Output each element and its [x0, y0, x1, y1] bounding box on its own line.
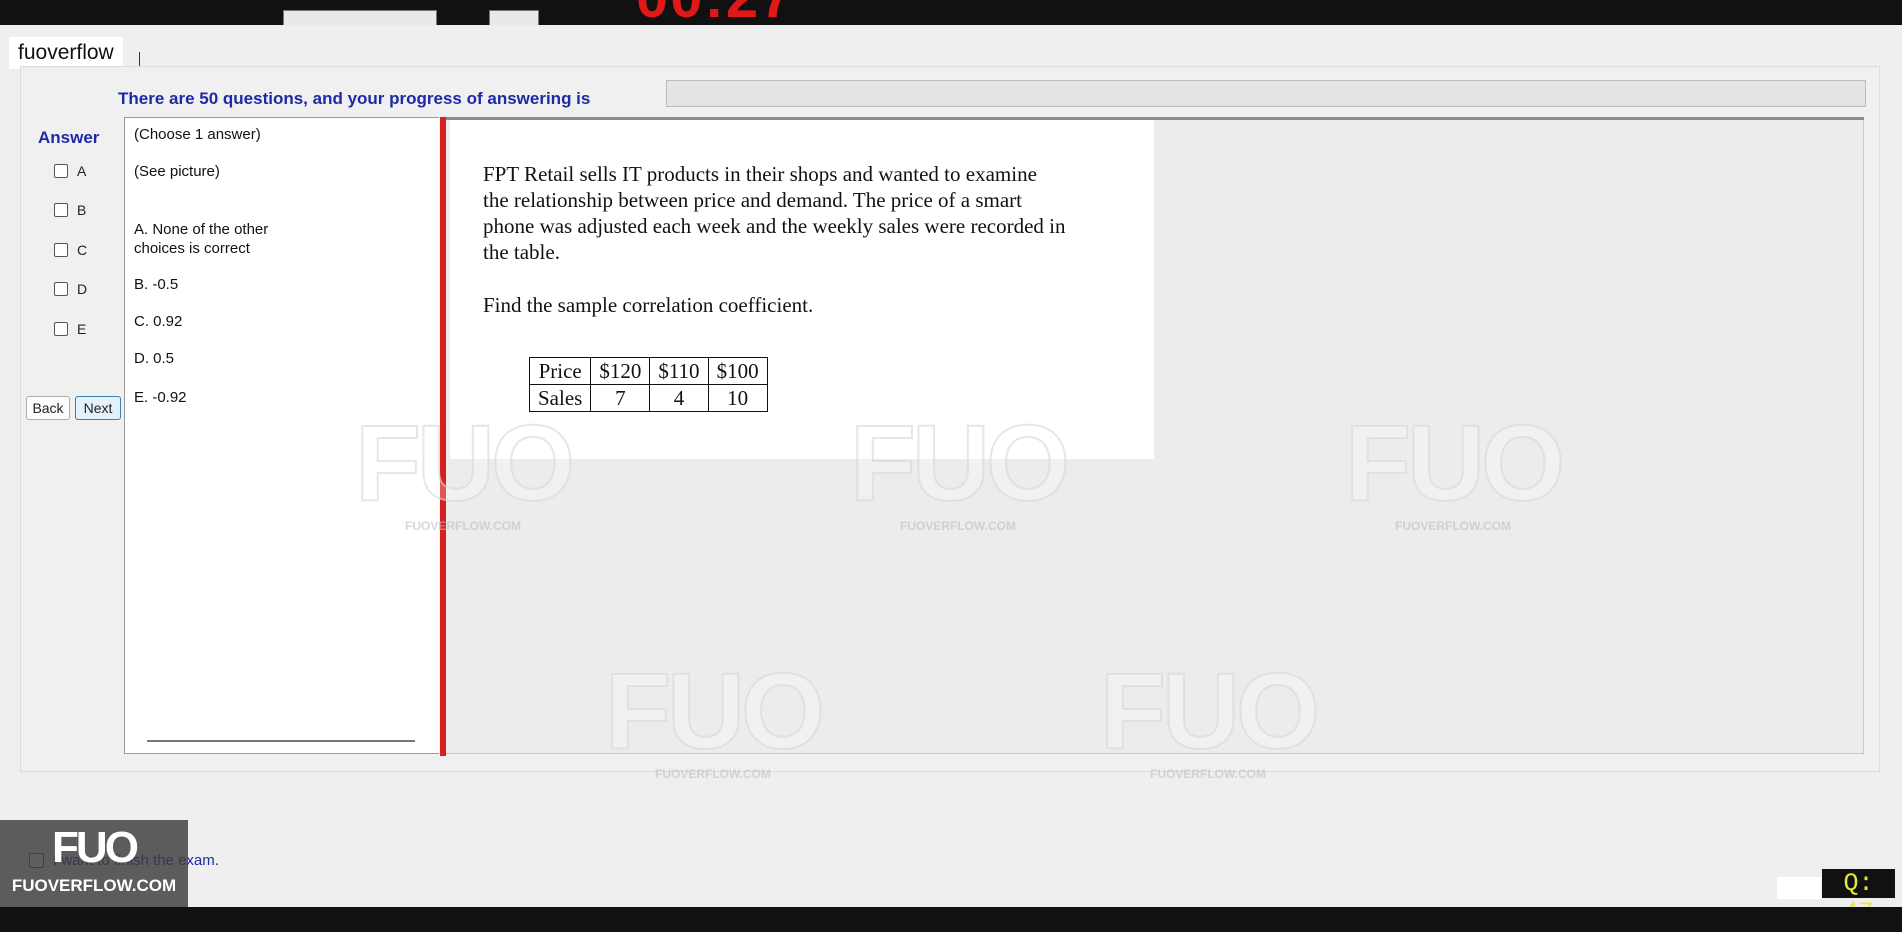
choice-a-line2: choices is correct	[134, 240, 250, 257]
checkbox-a[interactable]	[54, 164, 68, 178]
question-line-4: the table.	[483, 240, 560, 264]
next-button[interactable]: Next	[75, 396, 121, 420]
choice-a-line1: A. None of the other	[134, 221, 269, 238]
logo-site: FUOVERFLOW.COM	[11, 876, 177, 895]
table-cell: 4	[649, 384, 709, 412]
status-chip	[1777, 877, 1821, 899]
checkbox-d[interactable]	[54, 282, 68, 296]
option-letter-a: A	[77, 163, 87, 179]
question-line-1: FPT Retail sells IT products in their sh…	[483, 162, 1037, 186]
countdown-timer: 00:27	[636, 0, 794, 25]
option-letter-d: D	[77, 281, 88, 297]
question-line-3: phone was adjusted each week and the wee…	[483, 214, 1066, 238]
table-cell: $110	[649, 357, 709, 385]
logo-mark: FUO	[52, 823, 139, 872]
table-cell: $120	[590, 357, 651, 385]
choices-pane	[124, 117, 439, 754]
table-cell: Price	[528, 357, 592, 385]
progress-bar	[666, 80, 1866, 107]
table-cell: $100	[707, 357, 768, 385]
horizontal-scrollbar[interactable]	[147, 740, 415, 742]
choice-c: C. 0.92	[134, 313, 183, 330]
checkbox-c[interactable]	[54, 243, 68, 257]
fuoverflow-logo: FUO FUOVERFLOW.COM	[0, 820, 188, 907]
question-line-2: the relationship between price and deman…	[483, 188, 1022, 212]
top-combo-box[interactable]	[283, 10, 437, 25]
option-letter-e: E	[77, 321, 87, 337]
option-letter-c: C	[77, 242, 88, 258]
price-sales-table: Price $120 $110 $100 Sales 7 4 10	[528, 357, 768, 412]
top-bar: 00:27	[0, 0, 1902, 25]
question-counter: Q: 47	[1822, 869, 1895, 927]
table-row-sales: Sales 7 4 10	[528, 384, 768, 412]
top-small-combo-box[interactable]	[489, 10, 539, 25]
checkbox-b[interactable]	[54, 203, 68, 217]
see-picture-note: (See picture)	[134, 163, 220, 180]
brand-tag: fuoverflow	[9, 37, 123, 69]
table-row-price: Price $120 $110 $100	[528, 357, 768, 385]
checkbox-e[interactable]	[54, 322, 68, 336]
table-cell: Sales	[528, 384, 592, 412]
bottom-bar	[0, 907, 1902, 932]
choice-b: B. -0.5	[134, 276, 179, 293]
choice-e: E. -0.92	[134, 389, 187, 406]
choose-instruction: (Choose 1 answer)	[134, 126, 261, 143]
table-cell: 10	[707, 384, 768, 412]
choice-d: D. 0.5	[134, 350, 175, 367]
back-button[interactable]: Back	[26, 396, 70, 420]
question-prompt: Find the sample correlation coefficient.	[483, 293, 814, 317]
answer-label: Answer	[38, 128, 100, 147]
progress-label: There are 50 questions, and your progres…	[118, 89, 591, 108]
table-cell: 7	[590, 384, 651, 412]
option-letter-b: B	[77, 202, 87, 218]
